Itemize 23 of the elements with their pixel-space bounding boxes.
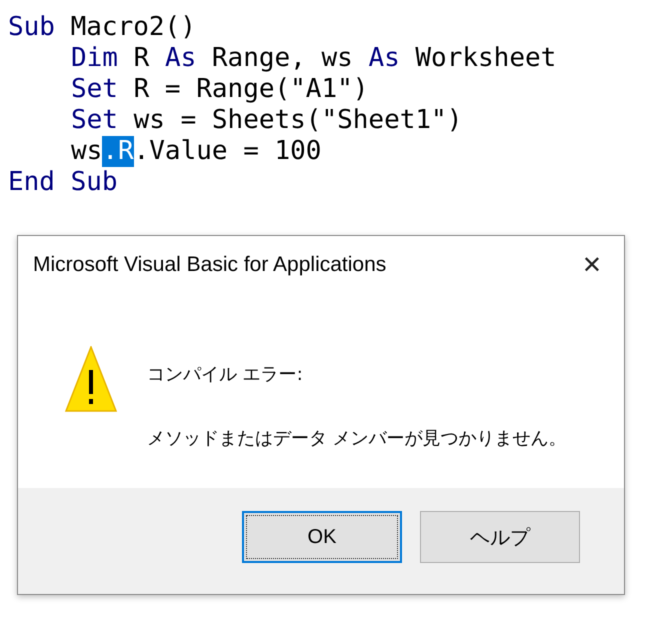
code-text: R [132,43,150,74]
code-text: ws [71,136,102,167]
window-title: Microsoft Visual Basic for Applications [33,253,386,277]
close-icon[interactable]: ✕ [582,251,602,279]
code-text: Macro2() [70,12,196,43]
code-text: ws = Sheets("Sheet1") [132,105,462,136]
code-text: Range, ws [210,43,354,74]
code-text: Sub [8,12,55,43]
code-text: Dim [71,43,118,74]
error-message: メソッドまたはデータ メンバーが見つかりません。 [147,427,567,450]
error-heading: コンパイル エラー: [147,363,304,386]
code-text: Worksheet [414,43,556,74]
code-text: End Sub [8,167,118,198]
code-text: Set [71,105,118,136]
selected-code-text: .R [102,136,134,167]
code-text: R = Range("A1") [132,74,368,105]
code-text: .Value = 100 [134,136,322,167]
code-text: As [368,43,400,74]
help-button[interactable]: ヘルプ [420,511,580,563]
code-text: Set [71,74,118,105]
code-text: As [164,43,196,74]
warning-icon [65,346,117,412]
ok-button[interactable]: OK [242,511,402,563]
